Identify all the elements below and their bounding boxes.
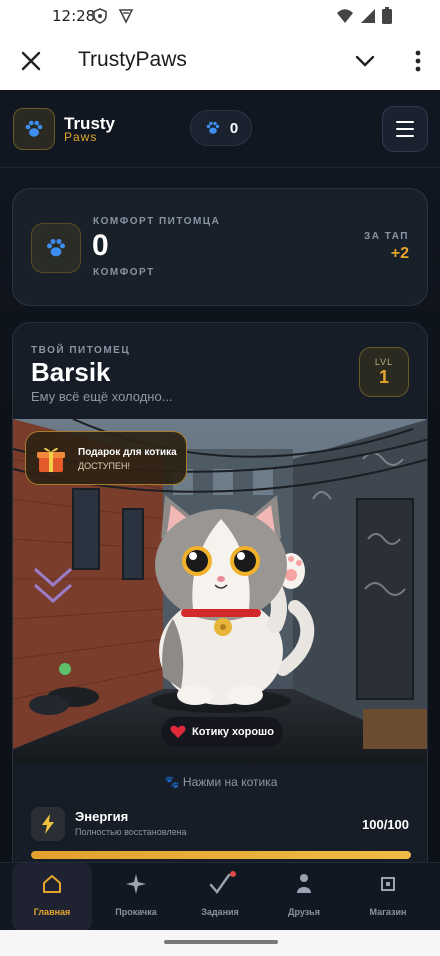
hamburger-icon	[396, 121, 414, 123]
per-tap-label: ЗА ТАП	[363, 231, 409, 242]
home-icon	[43, 875, 61, 893]
wifi-icon	[337, 8, 353, 23]
battery-icon	[382, 7, 392, 24]
level-value: 1	[378, 367, 389, 387]
check-icon	[209, 873, 231, 894]
tap-hint: 🐾 Нажми на котика	[164, 775, 278, 789]
lightning-icon	[42, 814, 54, 834]
energy-bar	[31, 851, 411, 859]
status-time: 12:28	[52, 7, 96, 25]
paw-icon	[47, 239, 65, 257]
level-badge: LVL 1	[359, 347, 409, 397]
status-left-icons	[92, 8, 134, 24]
notification-dot	[230, 871, 236, 877]
paw-count: 0	[229, 119, 239, 137]
home-gesture-handle[interactable]	[164, 940, 278, 944]
nav-label: Прокачка	[115, 907, 157, 917]
chevron-down-icon[interactable]	[354, 50, 376, 72]
energy-icon-box	[31, 807, 65, 841]
gift-banner[interactable]: Подарок для котика ДОСТУПЕН!	[25, 431, 187, 485]
app-header: Trusty Paws 0	[0, 90, 440, 168]
heart-icon	[170, 725, 186, 738]
level-label: LVL	[374, 357, 394, 367]
webview-title: TrustyPaws	[78, 48, 187, 71]
nav-friends[interactable]: Друзья	[264, 863, 344, 930]
menu-button[interactable]	[382, 106, 428, 152]
pet-state-text: Котику хорошо	[192, 726, 274, 738]
sparkle-icon	[126, 874, 146, 894]
nav-label: Друзья	[288, 907, 320, 917]
energy-value: 100/100	[362, 817, 409, 832]
logo	[13, 108, 55, 150]
status-bar: 12:28	[0, 0, 440, 32]
nav-upgrade[interactable]: Прокачка	[96, 863, 176, 930]
comfort-sublabel: КОМФОРТ	[93, 267, 155, 278]
pet-scene[interactable]: Подарок для котика ДОСТУПЕН! Котику хоро…	[13, 419, 427, 763]
shield-icon	[93, 8, 107, 24]
nav-label: Задания	[201, 907, 239, 917]
close-icon[interactable]	[18, 48, 44, 74]
per-tap-value: +2	[390, 245, 409, 262]
gesture-bar	[0, 930, 440, 956]
pet-state-pill: Котику хорошо	[161, 717, 283, 747]
shop-icon	[381, 877, 395, 891]
gift-icon	[37, 447, 65, 472]
comfort-card: КОМФОРТ ПИТОМЦА 0 КОМФОРТ ЗА ТАП +2	[12, 188, 428, 306]
vpn-icon	[118, 9, 134, 24]
nav-tasks[interactable]: Задания	[180, 863, 260, 930]
comfort-icon-box	[31, 223, 81, 273]
status-right-icons	[336, 7, 392, 24]
more-options-icon[interactable]	[414, 49, 422, 73]
pet-mood: Ему всё ещё холодно...	[31, 389, 173, 404]
paw-balance: 0	[190, 110, 252, 146]
gift-title: Подарок для котика	[78, 447, 177, 458]
energy-title: Энергия	[75, 809, 129, 824]
nav-label: Магазин	[369, 907, 407, 917]
webview-toolbar: TrustyPaws	[0, 32, 440, 90]
gift-status: ДОСТУПЕН!	[78, 461, 130, 471]
energy-subtitle: Полностью восстановлена	[75, 827, 187, 837]
nav-label: Главная	[33, 907, 71, 917]
comfort-value: 0	[92, 229, 109, 262]
pet-name: Barsik	[31, 357, 111, 387]
pet-caption: ТВОЙ ПИТОМЕЦ	[31, 345, 131, 356]
person-icon	[297, 874, 311, 893]
nav-home[interactable]: Главная	[12, 863, 92, 930]
comfort-label: КОМФОРТ ПИТОМЦА	[93, 216, 221, 227]
energy-bar-fill	[31, 851, 411, 859]
app-root: Trusty Paws 0 КОМФОРТ ПИТОМЦА 0 КОМФОРТ …	[0, 90, 440, 930]
bottom-nav: Главная Прокачка Задания Друзья Магазин	[0, 862, 440, 930]
paw-icon	[206, 121, 220, 134]
brand-subname: Paws	[64, 130, 98, 144]
pet-card: ТВОЙ ПИТОМЕЦ Barsik Ему всё ещё холодно.…	[12, 322, 428, 930]
signal-icon	[361, 8, 375, 23]
nav-shop[interactable]: Магазин	[348, 863, 428, 930]
paw-icon	[25, 120, 43, 137]
